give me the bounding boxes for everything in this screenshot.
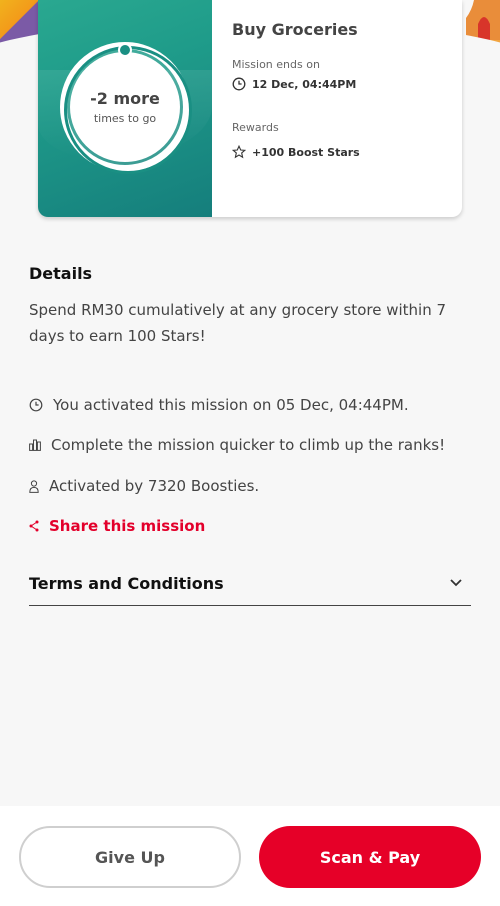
mission-ends-row: 12 Dec, 04:44PM xyxy=(232,77,442,91)
terms-and-conditions-toggle[interactable]: Terms and Conditions xyxy=(29,570,471,606)
details-heading: Details xyxy=(29,264,93,283)
give-up-button[interactable]: Give Up xyxy=(19,826,241,888)
activated-by-row: Activated by 7320 Boosties. xyxy=(29,477,259,495)
share-icon xyxy=(29,520,39,532)
remaining-count: -2 more xyxy=(90,89,160,108)
star-icon xyxy=(232,145,246,159)
progress-indicator-dot xyxy=(118,43,132,57)
remaining-count-caption: times to go xyxy=(93,112,157,125)
activated-on-text: You activated this mission on 05 Dec, 04… xyxy=(53,396,409,414)
share-mission-link[interactable]: Share this mission xyxy=(29,517,205,535)
rewards-value: +100 Boost Stars xyxy=(252,145,360,159)
progress-counter: -2 more times to go xyxy=(64,46,192,174)
person-icon xyxy=(29,479,39,493)
leaderboard-icon xyxy=(29,439,41,451)
mission-ends-label: Mission ends on xyxy=(232,58,320,71)
details-description: Spend RM30 cumulatively at any grocery s… xyxy=(29,301,447,345)
clock-icon xyxy=(232,77,246,91)
clock-icon xyxy=(29,398,43,412)
mission-title: Buy Groceries xyxy=(232,20,358,39)
share-mission-label: Share this mission xyxy=(49,517,206,535)
mission-info: Buy Groceries Mission ends on 12 Dec, 04… xyxy=(212,0,462,217)
details-section: Details Spend RM30 cumulatively at any g… xyxy=(29,264,469,349)
footer-bar: Give Up Scan & Pay xyxy=(0,806,500,906)
terms-label: Terms and Conditions xyxy=(29,574,224,593)
ranks-row: Complete the mission quicker to climb up… xyxy=(29,436,445,454)
mission-ends-value: 12 Dec, 04:44PM xyxy=(252,77,357,91)
ranks-text: Complete the mission quicker to climb up… xyxy=(51,436,446,454)
mission-card[interactable]: -2 more times to go Buy Groceries Missio… xyxy=(38,0,462,217)
chevron-down-icon xyxy=(450,579,462,587)
rewards-label: Rewards xyxy=(232,121,279,134)
rewards-row: +100 Boost Stars xyxy=(232,145,442,159)
mission-progress-panel: -2 more times to go xyxy=(38,0,212,217)
activated-by-text: Activated by 7320 Boosties. xyxy=(49,477,260,495)
scan-and-pay-button[interactable]: Scan & Pay xyxy=(259,826,481,888)
activated-on-row: You activated this mission on 05 Dec, 04… xyxy=(29,396,409,414)
